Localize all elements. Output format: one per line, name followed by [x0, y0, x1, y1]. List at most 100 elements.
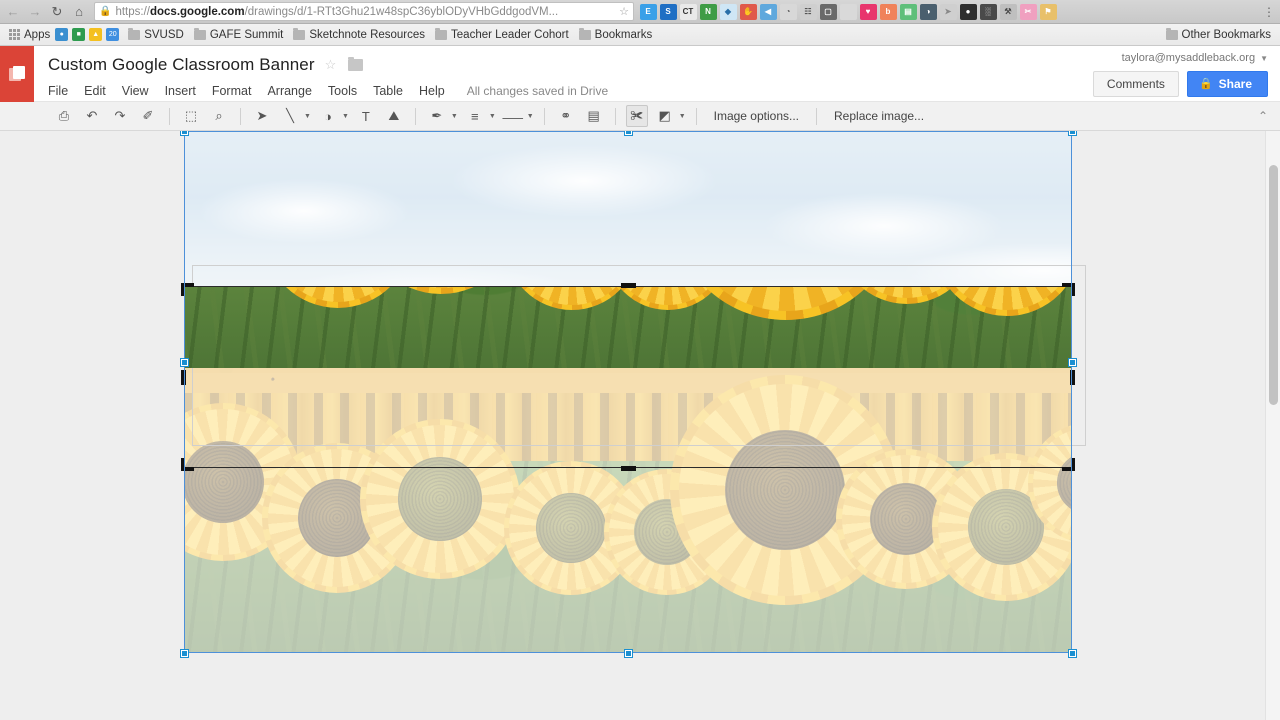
toolbar-separator — [614, 107, 616, 125]
crop-image-icon[interactable]: ✀ — [625, 105, 648, 127]
extension-evernote[interactable]: E — [639, 3, 657, 20]
menu-format[interactable]: Format — [204, 82, 260, 100]
extension-ct[interactable]: CT — [679, 3, 697, 20]
bookmark-bookmarks[interactable]: Bookmarks — [574, 26, 658, 44]
selection-handle-top-right[interactable] — [1069, 131, 1076, 135]
extension-dark-circle[interactable]: ● — [959, 3, 977, 20]
collapse-toolbar-icon[interactable]: ⌃ — [1258, 109, 1268, 123]
print-icon[interactable]: ⎙ — [53, 105, 75, 127]
chevron-down-icon[interactable]: ▼ — [679, 113, 686, 120]
selection-handle-top-left[interactable] — [181, 131, 188, 135]
insert-image-icon[interactable]: ⛰ — [383, 105, 405, 127]
back-arrow-icon[interactable]: ← — [2, 1, 24, 23]
text-box-icon[interactable]: T — [355, 105, 377, 127]
extension-grid[interactable]: ☷ — [799, 3, 817, 20]
page-title[interactable]: Custom Google Classroom Banner — [48, 55, 315, 75]
address-bar[interactable]: 🔒 https:// docs.google.com /drawings/d/1… — [94, 2, 634, 21]
extension-heart[interactable]: ♥ — [859, 3, 877, 20]
chevron-down-icon[interactable]: ▼ — [304, 113, 311, 120]
canvas-workspace[interactable] — [0, 131, 1280, 720]
extension-screencastify[interactable]: S — [659, 3, 677, 20]
redo-icon[interactable]: ↷ — [109, 105, 131, 127]
bookmark-sketchnote-resources[interactable]: Sketchnote Resources — [288, 26, 430, 44]
menu-help[interactable]: Help — [411, 82, 453, 100]
chevron-down-icon[interactable]: ▼ — [342, 113, 349, 120]
extension-pocket-gray[interactable]: ▢ — [819, 3, 837, 20]
line-color-icon[interactable]: ✒ — [426, 105, 448, 127]
zoom-icon[interactable]: ⌕ — [208, 105, 230, 127]
move-to-folder-icon[interactable] — [348, 57, 364, 71]
forward-arrow-icon[interactable]: → — [24, 1, 46, 23]
extension-arrow-gray[interactable]: ➤ — [939, 3, 957, 20]
extension-clock[interactable]: ◔ — [779, 3, 797, 20]
bookmark-icon-contacts[interactable]: ■ — [72, 28, 86, 41]
star-icon[interactable]: ☆ — [325, 57, 337, 73]
folder-icon — [578, 27, 591, 40]
insert-link-icon[interactable]: ⚭ — [555, 105, 577, 127]
chevron-down-icon[interactable]: ▼ — [527, 113, 534, 120]
selection-handle-bottom-left[interactable] — [181, 650, 188, 657]
extension-moon[interactable]: ◑ — [919, 3, 937, 20]
extension-green-book[interactable]: ▤ — [899, 3, 917, 20]
bookmark-icon-globe[interactable]: ● — [55, 28, 69, 41]
chevron-down-icon[interactable]: ▼ — [489, 113, 496, 120]
bookmark-star-icon[interactable]: ☆ — [615, 5, 629, 18]
menu-table[interactable]: Table — [365, 82, 411, 100]
image-options-button[interactable]: Image options... — [704, 109, 809, 123]
extension-adblock[interactable]: ✋ — [739, 3, 757, 20]
secure-lock-icon: 🔒 — [99, 6, 112, 17]
bookmark-icon-calendar[interactable]: 20 — [106, 28, 120, 41]
reload-icon[interactable]: ↻ — [46, 1, 68, 23]
paint-format-icon[interactable]: ✐ — [137, 105, 159, 127]
bookmark-teacher-leader-cohort[interactable]: Teacher Leader Cohort — [430, 26, 574, 44]
app-header: Custom Google Classroom Banner ☆ File Edi… — [0, 46, 1280, 102]
selection-handle-left-middle[interactable] — [181, 359, 188, 366]
share-button[interactable]: 🔒 Share — [1186, 71, 1268, 97]
menu-edit[interactable]: Edit — [76, 82, 114, 100]
url-scheme: https:// — [115, 5, 150, 18]
insert-comment-icon[interactable]: ▤ — [583, 105, 605, 127]
google-drawings-logo[interactable] — [0, 46, 34, 102]
selection-handle-bottom-right[interactable] — [1069, 650, 1076, 657]
other-bookmarks-folder[interactable]: Other Bookmarks — [1161, 26, 1276, 44]
extension-flag[interactable]: ⚑ — [1039, 3, 1057, 20]
bookmark-gafe-summit[interactable]: GAFE Summit — [189, 26, 288, 44]
line-weight-icon[interactable]: ≡ — [464, 105, 486, 127]
chevron-down-icon[interactable]: ▼ — [451, 113, 458, 120]
selection-handle-bottom-center[interactable] — [625, 650, 632, 657]
toolbar-separator — [169, 107, 170, 125]
bookmark-svusd[interactable]: SVUSD — [123, 26, 189, 44]
select-arrow-icon[interactable]: ➤ — [251, 105, 273, 127]
shape-tool-icon[interactable]: ◑ — [317, 105, 339, 127]
extension-pink[interactable]: ✂ — [1019, 3, 1037, 20]
comments-button[interactable]: Comments — [1092, 71, 1179, 97]
extension-bluebird[interactable]: ◀ — [759, 3, 777, 20]
bookmark-icon-drive[interactable]: ▲ — [89, 28, 103, 41]
menu-tools[interactable]: Tools — [320, 82, 365, 100]
line-dash-icon[interactable]: ⸺ — [502, 105, 524, 127]
menu-arrange[interactable]: Arrange — [259, 82, 319, 100]
account-row[interactable]: taylora@mysaddleback.org ▼ — [1093, 52, 1268, 64]
chrome-menu-icon[interactable]: ⋮ — [1260, 5, 1278, 19]
extension-diigo[interactable]: ◆ — [719, 3, 737, 20]
vertical-scrollbar[interactable] — [1265, 131, 1280, 720]
menu-view[interactable]: View — [114, 82, 157, 100]
mask-shape-icon[interactable]: ◩ — [654, 105, 676, 127]
drawings-logo-icon — [8, 65, 26, 83]
replace-image-button[interactable]: Replace image... — [824, 109, 934, 123]
undo-icon[interactable]: ↶ — [81, 105, 103, 127]
extension-faded[interactable] — [839, 3, 857, 20]
vertical-scrollbar-thumb[interactable] — [1269, 165, 1278, 405]
extension-film[interactable]: ░ — [979, 3, 997, 20]
home-icon[interactable]: ⌂ — [68, 1, 90, 23]
menu-file[interactable]: File — [48, 82, 76, 100]
line-tool-icon[interactable]: ╲ — [279, 105, 301, 127]
selection-handle-right-middle[interactable] — [1069, 359, 1076, 366]
extension-tools[interactable]: ⚒ — [999, 3, 1017, 20]
extension-brand-orange[interactable]: b — [879, 3, 897, 20]
selection-handle-top-center[interactable] — [625, 131, 632, 135]
extension-notebook[interactable]: N — [699, 3, 717, 20]
apps-shortcut[interactable]: Apps — [4, 26, 55, 44]
menu-insert[interactable]: Insert — [157, 82, 204, 100]
canvas-resize-icon[interactable]: ⬚ — [180, 105, 202, 127]
